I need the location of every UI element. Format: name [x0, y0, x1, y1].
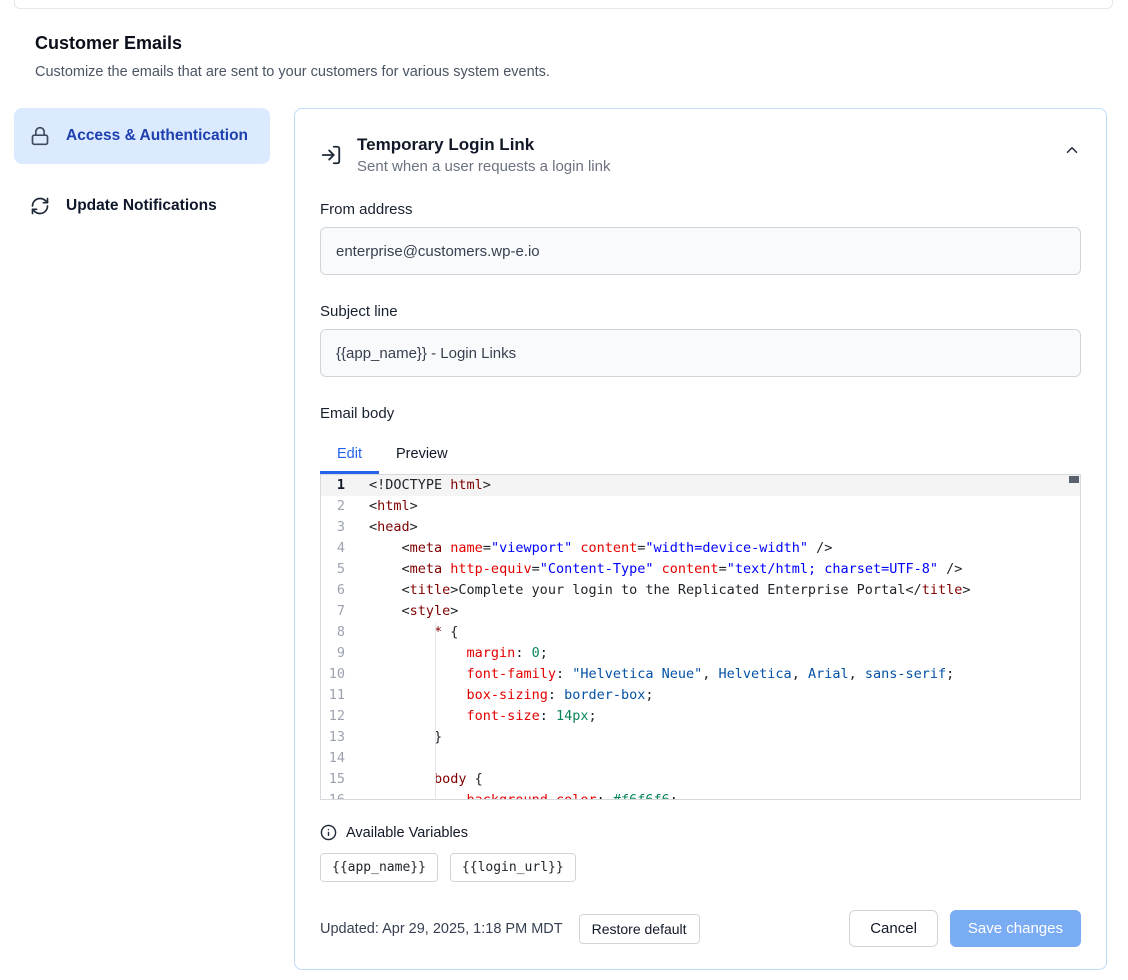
- line-number: 3: [321, 517, 345, 538]
- editor-scrollbar[interactable]: [1069, 476, 1079, 483]
- line-number: 7: [321, 601, 345, 622]
- email-settings-panel: Temporary Login Link Sent when a user re…: [294, 108, 1107, 970]
- panel-header: Temporary Login Link Sent when a user re…: [320, 135, 1081, 175]
- variable-chips: {{app_name}} {{login_url}}: [320, 853, 1081, 882]
- from-address-field: From address: [320, 201, 1081, 275]
- panel-subtitle: Sent when a user requests a login link: [357, 158, 610, 175]
- code-line[interactable]: 6 <title>Complete your login to the Repl…: [321, 580, 1080, 601]
- variable-chip-login-url[interactable]: {{login_url}}: [450, 853, 576, 882]
- line-number: 4: [321, 538, 345, 559]
- line-number: 8: [321, 622, 345, 643]
- sidebar-item-label: Update Notifications: [66, 194, 217, 218]
- chevron-up-icon: [1063, 141, 1081, 159]
- editor-tabs: Edit Preview: [320, 436, 1081, 474]
- cancel-button[interactable]: Cancel: [849, 910, 938, 947]
- line-number: 2: [321, 496, 345, 517]
- code-line[interactable]: 3<head>: [321, 517, 1080, 538]
- from-address-label: From address: [320, 201, 1081, 218]
- code-line[interactable]: 7 <style>: [321, 601, 1080, 622]
- page-title: Customer Emails: [35, 33, 1128, 54]
- tab-edit[interactable]: Edit: [320, 436, 379, 474]
- line-number: 6: [321, 580, 345, 601]
- subject-line-input[interactable]: [320, 329, 1081, 377]
- indent-guide: [435, 623, 436, 798]
- lock-icon: [30, 126, 50, 146]
- login-icon: [320, 144, 342, 166]
- available-variables-label: Available Variables: [346, 825, 468, 841]
- previous-card-bottom-edge: [14, 0, 1113, 9]
- info-icon: [320, 824, 337, 841]
- restore-default-button[interactable]: Restore default: [579, 914, 700, 944]
- collapse-button[interactable]: [1063, 141, 1081, 159]
- line-number: 14: [321, 748, 345, 769]
- code-line[interactable]: 1<!DOCTYPE html>: [321, 475, 1080, 496]
- code-line[interactable]: 5 <meta http-equiv="Content-Type" conten…: [321, 559, 1080, 580]
- sidebar-item-access-authentication[interactable]: Access & Authentication: [14, 108, 270, 164]
- tab-preview[interactable]: Preview: [379, 436, 465, 474]
- line-number: 5: [321, 559, 345, 580]
- refresh-icon: [30, 196, 50, 216]
- variable-chip-app-name[interactable]: {{app_name}}: [320, 853, 438, 882]
- panel-header-text: Temporary Login Link Sent when a user re…: [357, 135, 610, 175]
- line-number: 1: [321, 475, 345, 496]
- line-number: 12: [321, 706, 345, 727]
- subject-line-field: Subject line: [320, 303, 1081, 377]
- line-number: 10: [321, 664, 345, 685]
- sidebar-item-label: Access & Authentication: [66, 124, 248, 148]
- updated-timestamp: Updated: Apr 29, 2025, 1:18 PM MDT: [320, 921, 563, 937]
- email-body-label: Email body: [320, 405, 1081, 422]
- from-address-input[interactable]: [320, 227, 1081, 275]
- available-variables-header: Available Variables: [320, 824, 1081, 841]
- line-number: 16: [321, 790, 345, 800]
- line-number: 11: [321, 685, 345, 706]
- sidebar-item-update-notifications[interactable]: Update Notifications: [14, 182, 270, 230]
- save-changes-button[interactable]: Save changes: [950, 910, 1081, 947]
- panel-title: Temporary Login Link: [357, 135, 610, 155]
- code-line[interactable]: 4 <meta name="viewport" content="width=d…: [321, 538, 1080, 559]
- email-body-code-editor[interactable]: 1<!DOCTYPE html>2<html>3<head>4 <meta na…: [320, 474, 1081, 800]
- content-area: Access & Authentication Update Notificat…: [0, 80, 1128, 970]
- panel-footer: Updated: Apr 29, 2025, 1:18 PM MDT Resto…: [320, 910, 1081, 947]
- code-line[interactable]: 2<html>: [321, 496, 1080, 517]
- line-number: 9: [321, 643, 345, 664]
- subject-line-label: Subject line: [320, 303, 1081, 320]
- email-types-sidebar: Access & Authentication Update Notificat…: [14, 108, 270, 230]
- line-number: 15: [321, 769, 345, 790]
- line-number: 13: [321, 727, 345, 748]
- page-subtitle: Customize the emails that are sent to yo…: [35, 64, 1128, 80]
